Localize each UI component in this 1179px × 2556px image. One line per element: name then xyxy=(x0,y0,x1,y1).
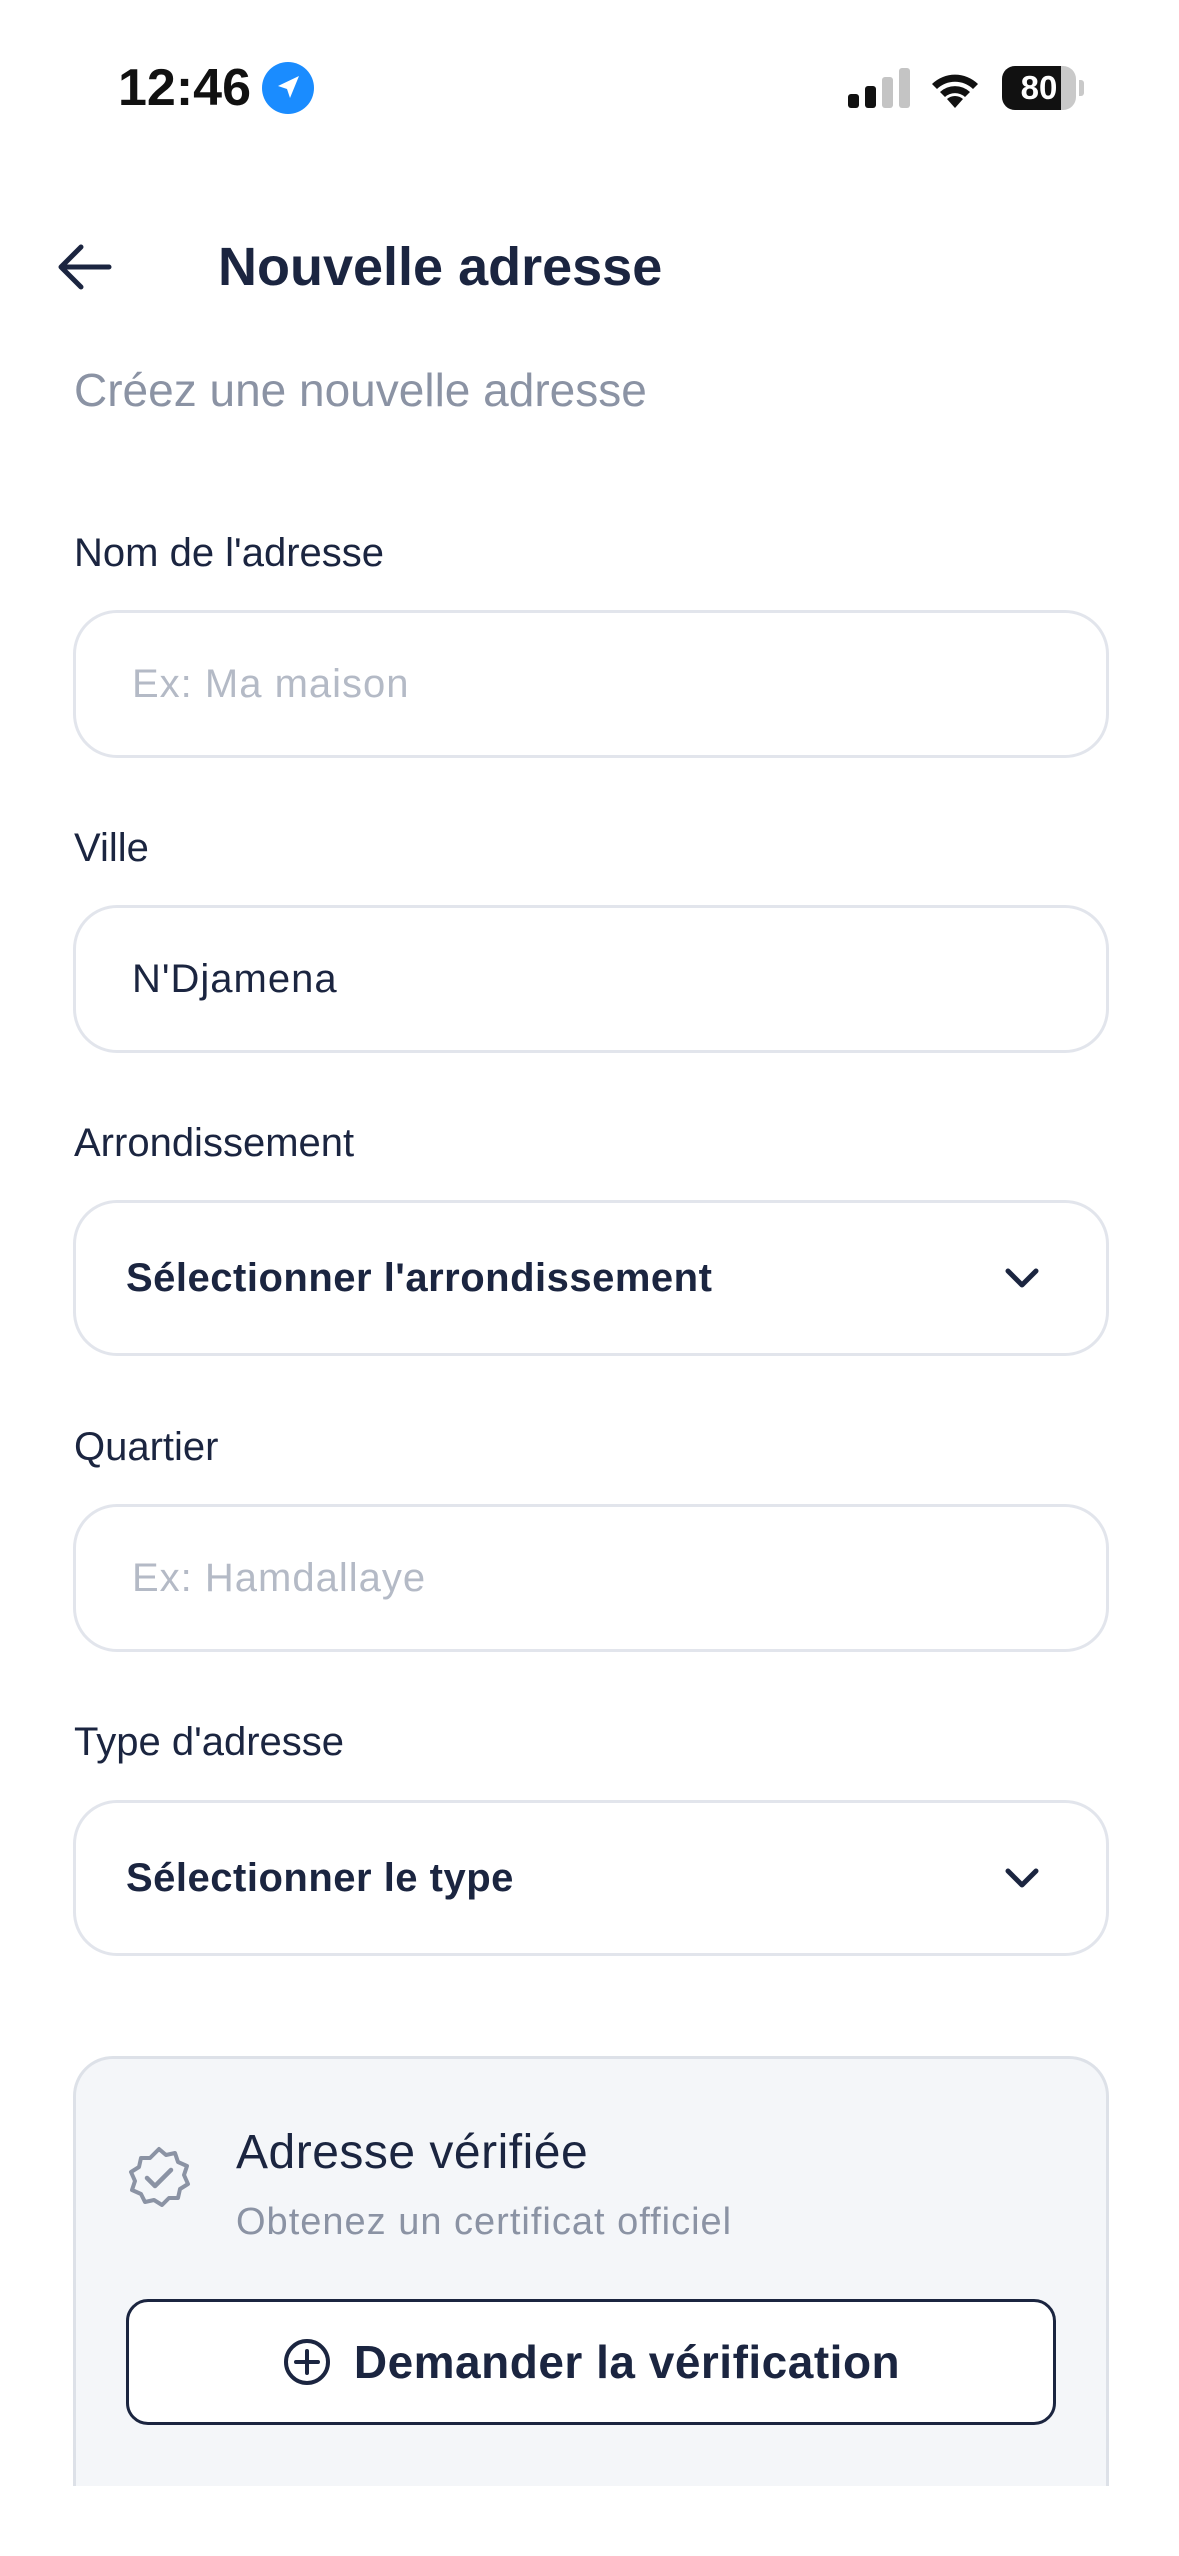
page-subtitle: Créez une nouvelle adresse xyxy=(74,364,647,416)
header: Nouvelle adresse xyxy=(0,210,1179,320)
battery-level: 80 xyxy=(1020,69,1058,106)
arrow-left-icon xyxy=(58,244,112,290)
chevron-down-icon xyxy=(1005,1868,1039,1888)
address-name-input[interactable] xyxy=(76,613,1106,755)
location-arrow-icon xyxy=(262,62,314,114)
request-verification-label: Demander la vérification xyxy=(353,2336,901,2388)
district-label: Arrondissement xyxy=(74,1121,355,1165)
battery-indicator: 80 xyxy=(1002,66,1084,110)
verification-subtitle: Obtenez un certificat officiel xyxy=(236,2201,733,2243)
address-type-select[interactable]: Sélectionner le type xyxy=(73,1800,1109,1956)
status-bar: 12:46 80 xyxy=(0,0,1179,150)
plus-circle-icon xyxy=(283,2339,330,2385)
district-select-value: Sélectionner l'arrondissement xyxy=(126,1255,713,1300)
address-name-field[interactable] xyxy=(73,610,1109,758)
page-title: Nouvelle adresse xyxy=(218,237,663,297)
city-input[interactable] xyxy=(76,908,1106,1050)
address-type-select-value: Sélectionner le type xyxy=(126,1855,514,1900)
address-type-label: Type d'adresse xyxy=(74,1720,345,1764)
neighborhood-input[interactable] xyxy=(76,1507,1106,1649)
neighborhood-label: Quartier xyxy=(74,1425,219,1469)
verification-title: Adresse vérifiée xyxy=(236,2126,589,2179)
neighborhood-field[interactable] xyxy=(73,1504,1109,1652)
cellular-signal-icon xyxy=(848,68,910,108)
district-select[interactable]: Sélectionner l'arrondissement xyxy=(73,1200,1109,1356)
back-button[interactable] xyxy=(50,232,120,302)
request-verification-button[interactable]: Demander la vérification xyxy=(126,2299,1056,2425)
status-time: 12:46 xyxy=(118,59,251,117)
verified-badge-icon xyxy=(129,2147,190,2207)
chevron-down-icon xyxy=(1005,1268,1039,1288)
city-label: Ville xyxy=(74,826,149,870)
wifi-icon xyxy=(932,74,978,108)
verification-card: Adresse vérifiée Obtenez un certificat o… xyxy=(73,2056,1109,2486)
city-field[interactable] xyxy=(73,905,1109,1053)
address-name-label: Nom de l'adresse xyxy=(74,531,384,575)
